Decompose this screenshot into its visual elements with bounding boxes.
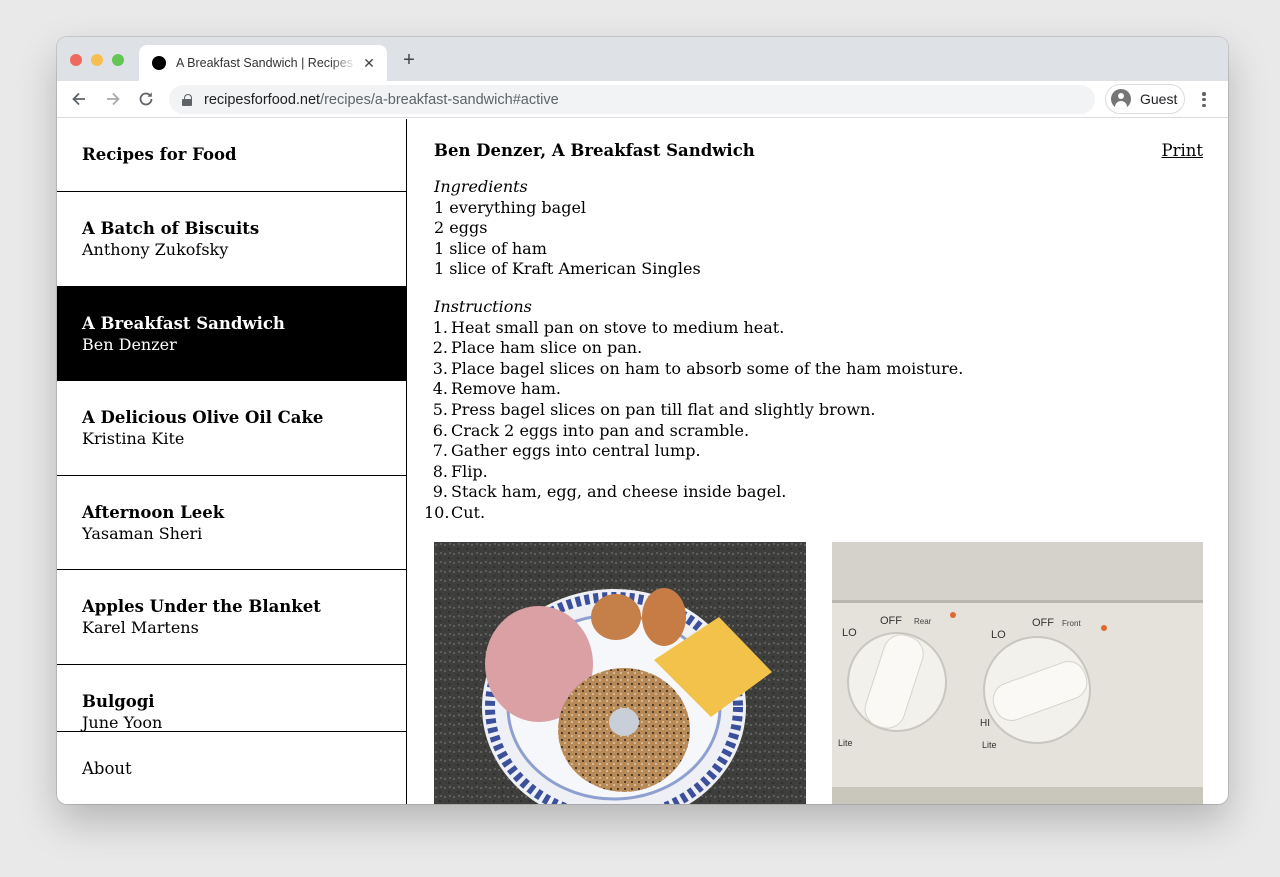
step-number: 2. (432, 338, 448, 358)
step-text: Place ham slice on pan. (451, 338, 643, 358)
recipe-item-apples-under-blanket[interactable]: Apples Under the Blanket Karel Martens (57, 570, 406, 665)
favicon-icon (152, 56, 166, 70)
tab-title: A Breakfast Sandwich | Recipes for Food (176, 56, 357, 70)
tab-active[interactable]: A Breakfast Sandwich | Recipes for Food … (139, 45, 387, 81)
instructions-label: Instructions (434, 296, 532, 316)
url-path: /recipes/a-breakfast-sandwich#active (320, 91, 559, 108)
ingredients-section: Ingredients 1 everything bagel 2 eggs 1 … (434, 177, 1202, 280)
recipe-author: Ben Denzer (82, 334, 177, 354)
recipe-item-biscuits[interactable]: A Batch of Biscuits Anthony Zukofsky (57, 192, 406, 287)
instruction-step: 4. Remove ham. (424, 379, 1202, 400)
stove-hi-label: HI (980, 718, 990, 729)
instruction-step: 9. Stack ham, egg, and cheese inside bage… (424, 482, 1202, 503)
recipe-name: A Breakfast Sandwich (82, 313, 285, 333)
recipe-detail: Ben Denzer, A Breakfast Sandwich Print I… (408, 119, 1228, 804)
ingredients-photo (434, 542, 806, 804)
stove-off-label: OFF (1032, 617, 1054, 629)
site-title[interactable]: Recipes for Food (57, 119, 406, 192)
url-domain: recipesforfood.net (204, 91, 321, 108)
step-text: Remove ham. (451, 379, 562, 399)
step-number: 6. (432, 420, 448, 440)
stove-photo: OFF Rear OFF Front LO LO HI Lite Lite (832, 542, 1203, 804)
profile-button[interactable]: Guest (1105, 84, 1185, 114)
avatar-icon (1111, 89, 1131, 109)
step-text: Cut. (451, 502, 486, 522)
stove-lo-label: LO (991, 629, 1006, 641)
instruction-step: 7. Gather eggs into central lump. (424, 441, 1202, 462)
close-window-button[interactable] (70, 54, 82, 66)
stove-lite-label: Lite (982, 740, 997, 750)
recipe-heading: Ben Denzer, A Breakfast Sandwich (434, 141, 755, 160)
recipe-name: A Batch of Biscuits (82, 219, 260, 238)
print-link[interactable]: Print (1161, 140, 1203, 161)
more-vert-icon[interactable] (1197, 90, 1211, 110)
step-number: 4. (432, 379, 448, 399)
stove-front-label: Front (1062, 619, 1081, 628)
step-number: 1. (432, 317, 448, 337)
recipe-name: Afternoon Leek (82, 502, 225, 522)
stove-lo-label: LO (842, 627, 857, 639)
stove-off-label: OFF (880, 615, 902, 627)
instruction-list: 1. Heat small pan on stove to medium heat… (424, 318, 1202, 524)
step-text: Crack 2 eggs into pan and scramble. (451, 420, 750, 440)
url-text: recipesforfood.net/recipes/a-breakfast-s… (204, 92, 559, 108)
ingredients-label: Ingredients (434, 177, 528, 196)
lock-icon[interactable] (182, 93, 192, 106)
ingredient-item: 2 eggs (434, 218, 488, 238)
instruction-step: 2. Place ham slice on pan. (424, 338, 1202, 359)
stove-lite-label: Lite (838, 738, 853, 748)
step-number: 5. (432, 399, 448, 419)
browser-window: A Breakfast Sandwich | Recipes for Food … (57, 37, 1228, 804)
step-text: Place bagel slices on ham to absorb some… (451, 358, 964, 378)
recipe-author: Karel Martens (82, 618, 199, 637)
instruction-step: 3. Place bagel slices on ham to absorb so… (424, 359, 1202, 380)
page-content: Recipes for Food A Batch of Biscuits Ant… (57, 119, 1228, 804)
step-text: Press bagel slices on pan till flat and … (451, 399, 876, 419)
tab-strip: A Breakfast Sandwich | Recipes for Food … (57, 37, 1228, 81)
recipe-list: A Batch of Biscuits Anthony Zukofsky A B… (57, 192, 406, 759)
recipe-author: Anthony Zukofsky (82, 240, 229, 259)
step-number: 7. (432, 441, 448, 461)
reload-icon[interactable] (136, 89, 156, 109)
recipe-item-olive-oil-cake[interactable]: A Delicious Olive Oil Cake Kristina Kite (57, 381, 406, 476)
recipe-name: Bulgogi (82, 691, 155, 711)
step-number: 9. (432, 482, 448, 502)
step-text: Flip. (451, 461, 488, 481)
step-text: Heat small pan on stove to medium heat. (451, 317, 785, 337)
back-arrow-icon[interactable] (69, 89, 89, 109)
recipe-name: A Delicious Olive Oil Cake (82, 408, 324, 427)
instruction-step: 10. Cut. (424, 503, 1202, 524)
profile-label: Guest (1140, 91, 1178, 107)
stove-rear-label: Rear (914, 617, 932, 626)
about-link[interactable]: About (57, 731, 406, 804)
recipe-author: Kristina Kite (82, 429, 185, 448)
ingredient-item: 1 slice of ham (434, 238, 547, 258)
ingredient-item: 1 slice of Kraft American Singles (434, 259, 701, 279)
minimize-window-button[interactable] (91, 54, 103, 66)
address-bar[interactable]: recipesforfood.net/recipes/a-breakfast-s… (169, 85, 1095, 114)
ingredient-item: 1 everything bagel (434, 197, 587, 217)
instruction-step: 6. Crack 2 eggs into pan and scramble. (424, 421, 1202, 442)
recipe-author: June Yoon (82, 712, 163, 732)
instruction-step: 1. Heat small pan on stove to medium heat… (424, 318, 1202, 339)
sidebar: Recipes for Food A Batch of Biscuits Ant… (57, 119, 407, 804)
recipe-author: Yasaman Sheri (82, 523, 203, 543)
step-number: 3. (432, 358, 448, 378)
recipe-item-breakfast-sandwich[interactable]: A Breakfast Sandwich Ben Denzer (57, 286, 406, 381)
instruction-step: 8. Flip. (424, 462, 1202, 483)
recipe-name: Apples Under the Blanket (82, 597, 321, 616)
instructions-section: Instructions 1. Heat small pan on stove t… (424, 296, 1202, 524)
step-number: 10. (424, 502, 450, 522)
step-number: 8. (432, 461, 448, 481)
new-tab-button[interactable]: + (399, 50, 419, 70)
close-icon[interactable]: ✕ (361, 55, 377, 71)
recipe-item-afternoon-leek[interactable]: Afternoon Leek Yasaman Sheri (57, 476, 406, 570)
toolbar: recipesforfood.net/recipes/a-breakfast-s… (57, 81, 1228, 118)
step-text: Stack ham, egg, and cheese inside bagel. (451, 482, 787, 502)
step-text: Gather eggs into central lump. (451, 441, 701, 461)
recipe-photos: OFF Rear OFF Front LO LO HI Lite Lite (434, 542, 1203, 804)
zoom-window-button[interactable] (112, 54, 124, 66)
instruction-step: 5. Press bagel slices on pan till flat an… (424, 400, 1202, 421)
forward-arrow-icon[interactable] (103, 89, 123, 109)
